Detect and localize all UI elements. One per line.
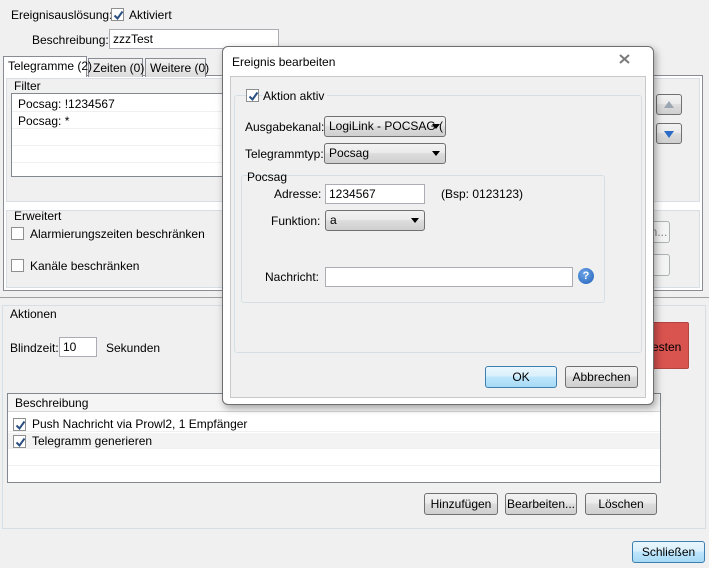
output-channel-select[interactable]: LogiLink - POCSAG (	[324, 116, 446, 137]
pocsag-group-title: Pocsag	[247, 170, 288, 184]
tab-telegrams[interactable]: Telegramme (2)	[3, 56, 92, 77]
action-row-checkbox[interactable]	[13, 418, 26, 431]
alarm-times-label: Alarmierungszeiten beschränken	[30, 227, 205, 241]
action-row[interactable]: Telegramm generieren	[8, 433, 660, 449]
action-row-empty	[8, 450, 660, 466]
dialog-close-button[interactable]	[604, 50, 645, 68]
filter-title: Filter	[14, 79, 41, 93]
function-label: Funktion:	[271, 214, 321, 228]
address-input[interactable]: 1234567	[325, 184, 425, 204]
description-label: Beschreibung:	[32, 33, 109, 47]
close-button[interactable]: Schließen	[632, 541, 705, 563]
trigger-label: Ereignisauslösung:	[11, 8, 113, 22]
filter-row-empty	[12, 130, 224, 146]
filter-list[interactable]: Pocsag: !1234567 Pocsag: *	[11, 93, 225, 177]
add-button[interactable]: Hinzufügen	[424, 493, 498, 515]
edit-event-dialog: Ereignis bearbeiten Aktion aktiv Ausgabe…	[222, 46, 654, 405]
blind-time-input[interactable]: 10	[59, 337, 97, 357]
action-active-checkbox[interactable]	[246, 89, 259, 102]
ok-button[interactable]: OK	[485, 366, 557, 388]
move-down-button[interactable]	[656, 123, 682, 144]
move-up-button[interactable]	[656, 94, 682, 115]
address-hint: (Bsp: 0123123)	[441, 187, 524, 201]
chevron-down-icon	[432, 124, 440, 129]
filter-row[interactable]: Pocsag: *	[12, 113, 224, 129]
blind-time-label: Blindzeit:	[10, 341, 59, 355]
close-icon	[619, 54, 630, 64]
chevron-down-icon	[411, 218, 419, 223]
action-row-checkbox[interactable]	[13, 435, 26, 448]
dialog-title-bar[interactable]: Ereignis bearbeiten	[223, 47, 653, 75]
dialog-title: Ereignis bearbeiten	[232, 55, 336, 69]
action-active-label: Aktion aktiv	[263, 89, 328, 103]
cancel-button[interactable]: Abbrechen	[565, 366, 638, 388]
address-label: Adresse:	[274, 187, 322, 201]
delete-button[interactable]: Löschen	[585, 493, 657, 515]
seconds-label: Sekunden	[106, 341, 161, 355]
filter-row[interactable]: Pocsag: !1234567	[12, 96, 224, 112]
chevron-down-icon	[432, 151, 440, 156]
dialog-client: Aktion aktiv Ausgabekanal: LogiLink - PO…	[230, 76, 646, 398]
trigger-checkbox-label: Aktiviert	[129, 8, 172, 22]
filter-row-empty	[12, 147, 224, 163]
output-channel-label: Ausgabekanal:	[245, 120, 325, 134]
message-input[interactable]	[325, 267, 573, 287]
telegram-type-label: Telegrammtyp:	[245, 147, 324, 161]
telegram-type-select[interactable]: Pocsag	[324, 143, 446, 164]
actions-title: Aktionen	[10, 307, 57, 321]
extended-title: Erweitert	[14, 209, 62, 223]
edit-button[interactable]: Bearbeiten...	[505, 493, 577, 515]
tab-times[interactable]: Zeiten (0)	[88, 58, 144, 77]
help-icon[interactable]: ?	[578, 268, 594, 284]
arrow-up-icon	[664, 101, 674, 108]
channels-label: Kanäle beschränken	[30, 259, 140, 273]
function-select[interactable]: a	[325, 210, 425, 231]
tab-more[interactable]: Weitere (0)	[145, 58, 209, 77]
channels-checkbox[interactable]	[11, 259, 24, 272]
trigger-checkbox[interactable]	[111, 8, 124, 21]
message-label: Nachricht:	[265, 270, 320, 284]
actions-list[interactable]: Beschreibung Push Nachricht via Prowl2, …	[7, 393, 661, 483]
action-row[interactable]: Push Nachricht via Prowl2, 1 Empfänger	[8, 416, 660, 432]
alarm-times-checkbox[interactable]	[11, 227, 24, 240]
arrow-down-icon	[664, 131, 674, 138]
